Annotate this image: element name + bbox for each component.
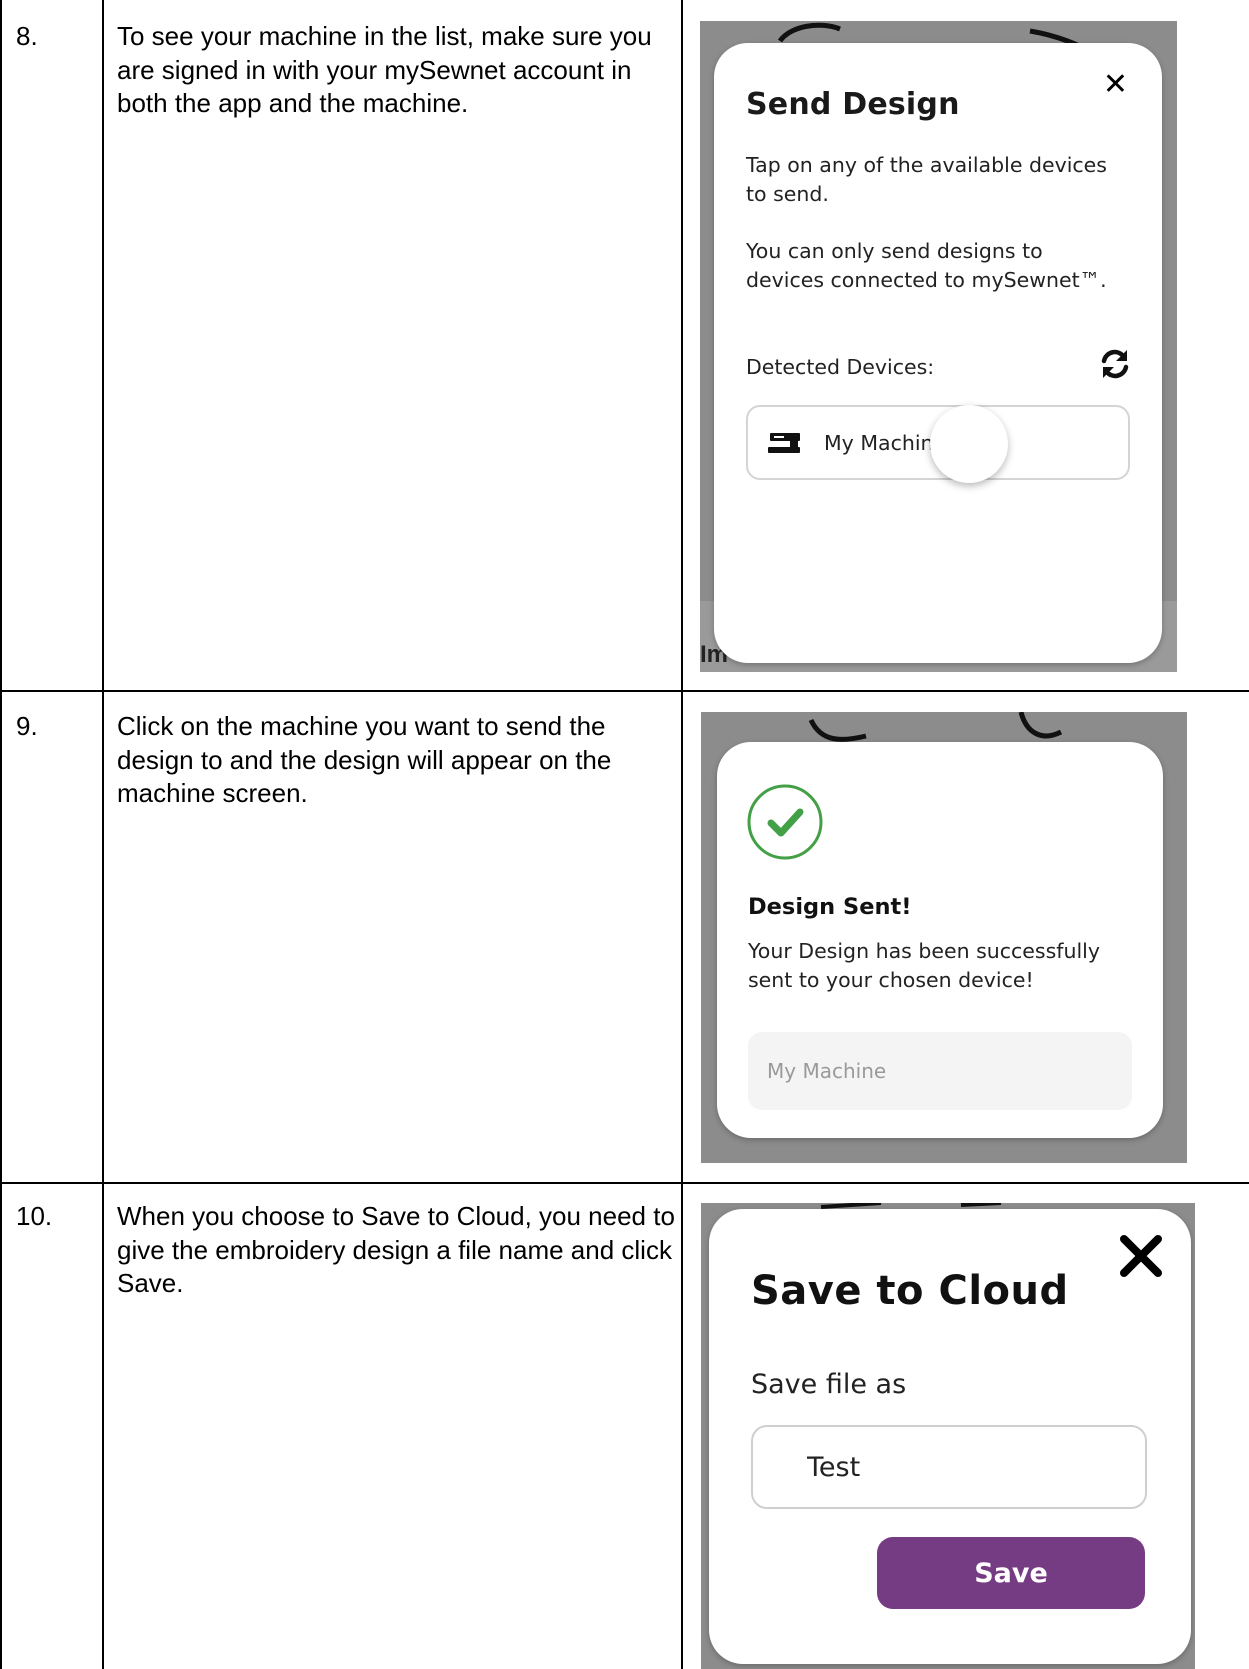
dialog-instructions: Tap on any of the available devices to s… <box>746 153 1107 206</box>
device-label: My Machine <box>824 431 947 455</box>
dialog-title: Send Design <box>746 87 960 122</box>
step-number: 9. <box>16 711 38 741</box>
table-col-divider-2 <box>681 0 683 1669</box>
design-sent-dialog: Design Sent! Your Design has been succes… <box>717 742 1163 1138</box>
send-design-dialog: Send Design ✕ Tap on any of the availabl… <box>714 43 1162 663</box>
step-instruction: To see your machine in the list, make su… <box>117 21 652 118</box>
dialog-note: You can only send designs to devices con… <box>746 239 1107 292</box>
table-col-divider-1 <box>102 0 104 1669</box>
close-icon[interactable] <box>1118 1233 1164 1279</box>
chosen-device-field: My Machine <box>748 1032 1132 1110</box>
step-number: 10. <box>16 1201 53 1231</box>
close-icon[interactable]: ✕ <box>1103 67 1128 102</box>
sewing-machine-icon <box>768 433 800 453</box>
check-circle-icon <box>747 784 823 860</box>
dialog-title: Save to Cloud <box>751 1268 1069 1314</box>
step-instruction: When you choose to Save to Cloud, you ne… <box>117 1201 675 1298</box>
step-number: 8. <box>16 21 38 51</box>
touch-indicator <box>930 405 1008 483</box>
dialog-title: Design Sent! <box>748 894 912 920</box>
save-button[interactable]: Save <box>877 1537 1145 1609</box>
dialog-message: Your Design has been successfully sent t… <box>748 939 1100 992</box>
file-name-input[interactable] <box>751 1425 1147 1509</box>
save-to-cloud-screenshot: Save to Cloud Save file as Save <box>701 1203 1195 1669</box>
design-sent-screenshot: Design Sent! Your Design has been succes… <box>701 712 1187 1163</box>
device-label: My Machine <box>767 1059 887 1083</box>
table-border-left <box>0 0 2 1669</box>
table-row-divider-1 <box>0 690 1249 692</box>
save-file-label: Save file as <box>751 1369 907 1400</box>
detected-devices-label: Detected Devices: <box>746 355 935 379</box>
refresh-icon[interactable] <box>1098 347 1132 381</box>
save-to-cloud-dialog: Save to Cloud Save file as Save <box>709 1209 1191 1664</box>
step-instruction: Click on the machine you want to send th… <box>117 711 612 808</box>
send-design-screenshot: Im Send Design ✕ Tap on any of the avail… <box>700 21 1177 672</box>
table-row-divider-2 <box>0 1182 1249 1184</box>
